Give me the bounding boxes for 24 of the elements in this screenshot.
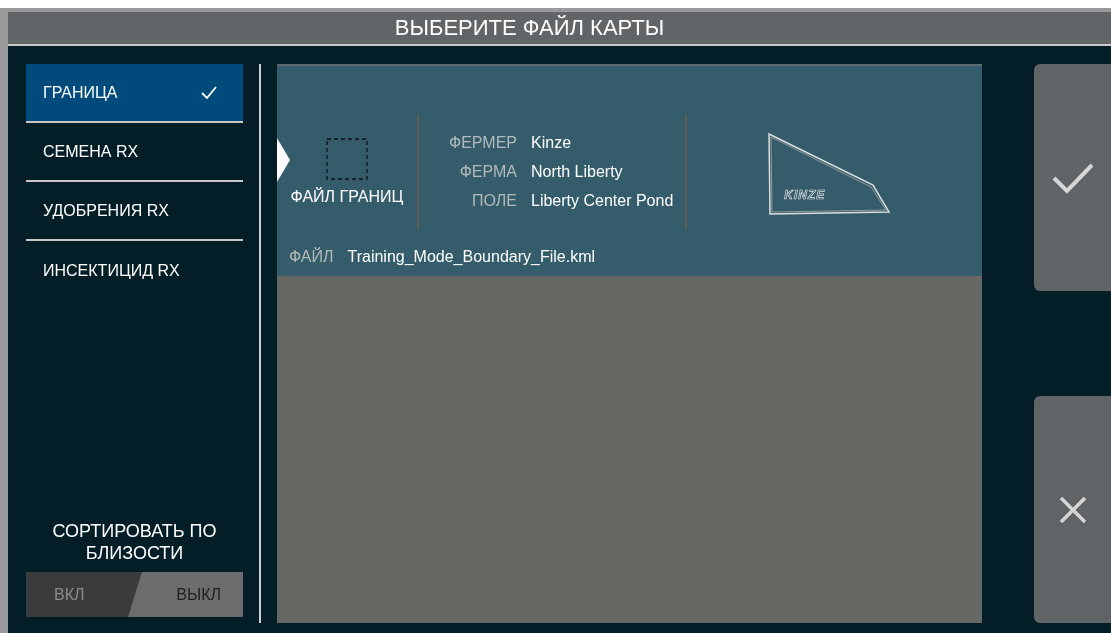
field-value: North Liberty bbox=[531, 163, 624, 181]
check-icon bbox=[201, 85, 217, 100]
confirm-button[interactable] bbox=[1034, 64, 1111, 291]
logo-text: KINZE bbox=[784, 188, 826, 202]
category-tab[interactable]: ГРАНИЦА bbox=[26, 64, 243, 123]
window-title: ВЫБЕРИТЕ ФАЙЛ КАРТЫ bbox=[394, 15, 665, 41]
dashed-square-icon bbox=[326, 138, 368, 180]
file-row[interactable]: ФАЙЛ ГРАНИЦ ФЕРМЕР Kinze ФЕРМА North Liberty ПОЛЕ Liberty Center Pond KINZE ФАЙЛ Training_Mode_Boundary_File.kml bbox=[277, 66, 982, 276]
category-tab[interactable]: ИНСЕКТИЦИД RX bbox=[26, 241, 243, 300]
field-value: Kinze bbox=[531, 134, 573, 152]
file-label: ФАЙЛ bbox=[289, 248, 334, 266]
file-name: Training_Mode_Boundary_File.kml bbox=[347, 248, 595, 266]
close-icon bbox=[1058, 495, 1087, 524]
field-label: ФЕРМЕР bbox=[449, 134, 517, 152]
file-type-label: ФАЙЛ ГРАНИЦ bbox=[290, 188, 404, 206]
cancel-button[interactable] bbox=[1034, 396, 1111, 623]
check-icon bbox=[1051, 161, 1094, 194]
field-label: ПОЛЕ bbox=[471, 192, 517, 210]
field-value: Liberty Center Pond bbox=[531, 192, 674, 210]
category-tab[interactable]: УДОБРЕНИЯ RX bbox=[26, 182, 243, 241]
category-tab[interactable]: СЕМЕНА RX bbox=[26, 123, 243, 182]
field-label: ФЕРМА bbox=[458, 163, 517, 181]
sort-label: СОРТИРОВАТЬ ПО БЛИЗОСТИ bbox=[51, 520, 218, 564]
pointer-icon bbox=[277, 138, 291, 182]
